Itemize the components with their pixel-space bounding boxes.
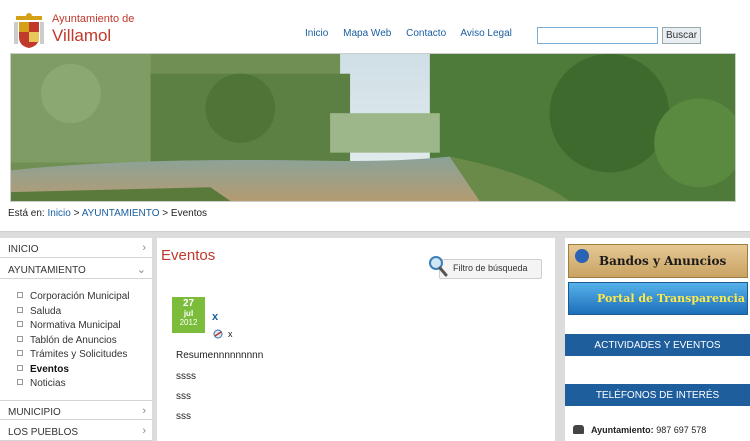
site-title[interactable]: Villamol	[52, 26, 111, 46]
breadcrumb-prefix: Está en:	[8, 208, 45, 219]
sidebar-item-municipio[interactable]: MUNICIPIO ›	[0, 400, 152, 420]
page-title: Eventos	[161, 247, 216, 264]
sidebar-subitem-tramites[interactable]: Trámites y Solicitudes	[17, 349, 127, 360]
sidebar-item-label: MUNICIPIO	[8, 407, 61, 418]
sidebar-subitem-noticias[interactable]: Noticias	[17, 378, 66, 389]
portal-transparencia-banner[interactable]: Portal de Transparencia	[568, 282, 748, 315]
breadcrumb-link-ayuntamiento[interactable]: AYUNTAMIENTO	[82, 208, 160, 219]
breadcrumb: Está en: Inicio > AYUNTAMIENTO > Eventos	[8, 208, 207, 219]
bullet-icon	[17, 365, 23, 371]
page: Ayuntamiento de Villamol Inicio Mapa Web…	[0, 0, 750, 441]
chevron-right-icon: ›	[142, 242, 146, 254]
bullet-icon	[17, 307, 23, 313]
left-sidebar: INICIO › AYUNTAMIENTO ⌄ Corporación Muni…	[0, 238, 152, 441]
sidebar-subitem-tablon[interactable]: Tablón de Anuncios	[17, 335, 117, 346]
sidebar-subitem-normativa[interactable]: Normativa Municipal	[17, 320, 121, 331]
search-button[interactable]: Buscar	[662, 27, 701, 44]
sidebar-subitem-label: Trámites y Solicitudes	[30, 349, 128, 360]
event-year: 2012	[179, 318, 198, 327]
sidebar-item-los-pueblos[interactable]: LOS PUEBLOS ›	[0, 421, 152, 441]
bullet-icon	[17, 350, 23, 356]
event-title-link[interactable]: x	[212, 311, 218, 323]
nav-aviso-legal[interactable]: Aviso Legal	[460, 28, 512, 39]
phone-entry: Ayuntamiento: 987 697 578	[573, 425, 706, 435]
event-day: 27	[182, 298, 195, 309]
bullet-icon	[17, 321, 23, 327]
sidebar-subitem-label: Saluda	[30, 306, 62, 317]
phone-number: 987 697 578	[656, 425, 707, 435]
event-text-line: ssss	[176, 371, 196, 382]
banner-label: Portal de Transparencia	[597, 292, 745, 305]
breadcrumb-separator: >	[73, 208, 80, 219]
bandos-anuncios-banner[interactable]: Bandos y Anuncios	[568, 244, 748, 278]
banner-label: Bandos y Anuncios	[599, 254, 727, 268]
bullet-icon	[17, 336, 23, 342]
chevron-right-icon: ›	[142, 405, 146, 417]
sidebar-subitem-label: Eventos	[30, 364, 69, 375]
event-summary: Resumennnnnnnnn	[176, 350, 264, 361]
sidebar-item-inicio[interactable]: INICIO ›	[0, 238, 152, 258]
site-subtitle: Ayuntamiento de	[52, 13, 135, 25]
bullet-icon	[17, 292, 23, 298]
nav-mapa-web[interactable]: Mapa Web	[343, 28, 391, 39]
main-content: Eventos Filtro de búsqueda 27 jul 2012 x…	[157, 238, 555, 441]
telefonos-interes-header[interactable]: TELÉFONOS DE INTERÉS	[565, 384, 750, 406]
pin-icon	[575, 249, 589, 263]
sidebar-subitem-eventos[interactable]: Eventos	[17, 364, 69, 375]
sidebar-subitem-saluda[interactable]: Saluda	[17, 306, 61, 317]
nav-contacto[interactable]: Contacto	[406, 28, 446, 39]
sidebar-item-ayuntamiento[interactable]: AYUNTAMIENTO ⌄	[0, 259, 152, 279]
event-tag: x	[228, 329, 233, 339]
river-banner-image	[10, 53, 736, 202]
breadcrumb-current: Eventos	[170, 208, 208, 219]
sidebar-subitem-label: Noticias	[30, 378, 66, 389]
breadcrumb-separator: >	[162, 208, 169, 219]
chevron-right-icon: ›	[142, 425, 146, 437]
sidebar-item-label: LOS PUEBLOS	[8, 427, 79, 438]
bullet-icon	[17, 379, 23, 385]
event-month: jul	[183, 309, 194, 318]
sidebar-subitem-label: Tablón de Anuncios	[30, 335, 117, 346]
actividades-eventos-header[interactable]: ACTIVIDADES Y EVENTOS	[565, 334, 750, 356]
top-navigation: Inicio Mapa Web Contacto Aviso Legal	[305, 28, 524, 39]
phone-icon	[573, 425, 584, 434]
sidebar-subitem-label: Corporación Municipal	[30, 291, 130, 302]
search-input[interactable]	[537, 27, 658, 44]
phone-label: Ayuntamiento:	[591, 425, 654, 435]
magnifier-icon[interactable]	[428, 255, 448, 277]
filter-button[interactable]: Filtro de búsqueda	[439, 259, 542, 279]
tag-icon	[213, 329, 223, 339]
event-date-badge: 27 jul 2012	[172, 297, 205, 333]
sidebar-subitem-corporacion[interactable]: Corporación Municipal	[17, 291, 130, 302]
header: Ayuntamiento de Villamol Inicio Mapa Web…	[0, 0, 750, 232]
nav-inicio[interactable]: Inicio	[305, 28, 328, 39]
event-text-line: sss	[176, 411, 191, 422]
right-sidebar: Bandos y Anuncios Portal de Transparenci…	[565, 238, 750, 441]
breadcrumb-link-inicio[interactable]: Inicio	[47, 208, 70, 219]
chevron-down-icon: ⌄	[136, 264, 146, 276]
event-text-line: sss	[176, 391, 191, 402]
sidebar-subitem-label: Normativa Municipal	[30, 320, 121, 331]
coat-of-arms-logo	[14, 13, 44, 48]
sidebar-item-label: INICIO	[8, 244, 39, 255]
filter-button-label: Filtro de búsqueda	[453, 263, 528, 273]
sidebar-item-label: AYUNTAMIENTO	[8, 265, 86, 276]
